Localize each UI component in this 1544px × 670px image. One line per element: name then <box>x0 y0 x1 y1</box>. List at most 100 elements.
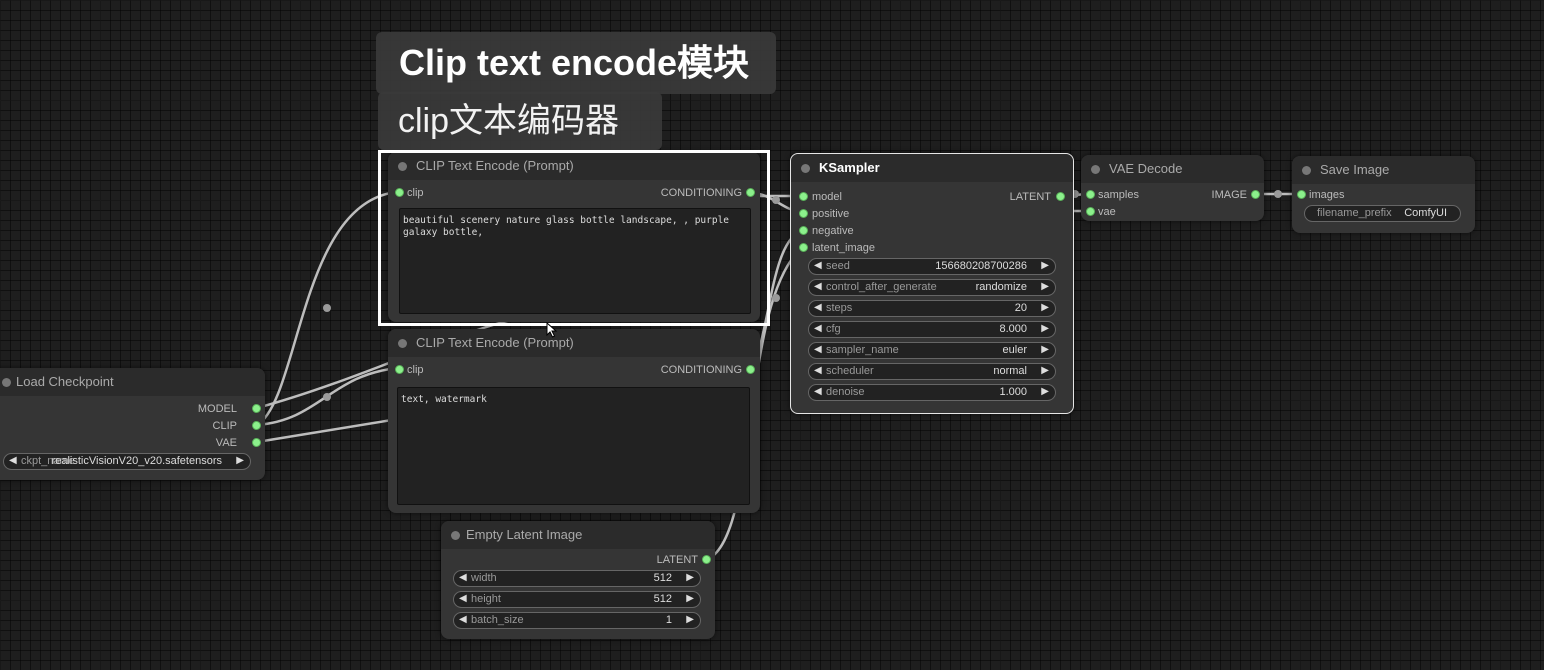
output-clip-label: CLIP <box>212 420 237 432</box>
steps-widget[interactable]: ◀ steps 20 ▶ <box>808 300 1056 317</box>
output-conditioning-pin[interactable] <box>746 365 755 374</box>
input-images-label: images <box>1309 189 1345 201</box>
increment-arrow-icon[interactable]: ▶ <box>686 593 694 604</box>
denoise-widget[interactable]: ◀ denoise 1.000 ▶ <box>808 384 1056 401</box>
node-title-bar[interactable]: Empty Latent Image <box>441 521 715 549</box>
decrement-arrow-icon[interactable]: ◀ <box>814 344 822 355</box>
decrement-arrow-icon[interactable]: ◀ <box>814 260 822 271</box>
decrement-arrow-icon[interactable]: ◀ <box>814 386 822 397</box>
collapse-dot-icon[interactable] <box>398 339 407 348</box>
increment-arrow-icon[interactable]: ▶ <box>1041 365 1049 376</box>
input-samples-label: samples <box>1098 189 1139 201</box>
empty-latent-image-node[interactable]: Empty Latent Image LATENT ◀ width 512 ▶ … <box>441 521 715 639</box>
output-image-pin[interactable] <box>1251 190 1260 199</box>
collapse-dot-icon[interactable] <box>1302 166 1311 175</box>
ksampler-node[interactable]: KSampler model positive negative latent_… <box>790 153 1074 414</box>
widget-value: normal <box>993 365 1027 377</box>
input-clip-label: clip <box>407 187 424 199</box>
save-image-node[interactable]: Save Image images filename_prefix ComfyU… <box>1292 156 1475 233</box>
wire-clip-to-positive <box>256 190 399 427</box>
input-clip-pin[interactable] <box>395 188 404 197</box>
control-after-generate-widget[interactable]: ◀ control_after_generate randomize ▶ <box>808 279 1056 296</box>
cfg-widget[interactable]: ◀ cfg 8.000 ▶ <box>808 321 1056 338</box>
node-title-bar[interactable]: VAE Decode <box>1081 155 1264 183</box>
caption-title: Clip text encode模块 <box>376 32 776 94</box>
node-title-bar[interactable]: Load Checkpoint <box>0 368 265 396</box>
increment-arrow-icon[interactable]: ▶ <box>686 572 694 583</box>
increment-arrow-icon[interactable]: ▶ <box>686 614 694 625</box>
widget-value: 156680208700286 <box>935 260 1027 272</box>
node-title-bar[interactable]: KSampler <box>791 154 1073 182</box>
decrement-arrow-icon[interactable]: ◀ <box>459 593 467 604</box>
width-widget[interactable]: ◀ width 512 ▶ <box>453 570 701 587</box>
widget-value: randomize <box>975 281 1027 293</box>
input-clip-pin[interactable] <box>395 365 404 374</box>
input-model-pin[interactable] <box>799 192 808 201</box>
output-model-pin[interactable] <box>252 404 261 413</box>
increment-arrow-icon[interactable]: ▶ <box>1041 323 1049 334</box>
node-title: CLIP Text Encode (Prompt) <box>416 158 574 173</box>
output-latent-pin[interactable] <box>1056 192 1065 201</box>
load-checkpoint-node[interactable]: Load Checkpoint MODEL CLIP VAE ◀ ckpt_na… <box>0 368 265 480</box>
input-positive-pin[interactable] <box>799 209 808 218</box>
input-positive-label: positive <box>812 208 850 220</box>
decrement-arrow-icon[interactable]: ◀ <box>459 614 467 625</box>
node-title: Save Image <box>1320 162 1390 177</box>
increment-arrow-icon[interactable]: ▶ <box>1041 302 1049 313</box>
decrement-arrow-icon[interactable]: ◀ <box>814 323 822 334</box>
sampler-name-widget[interactable]: ◀ sampler_name euler ▶ <box>808 342 1056 359</box>
node-title: Load Checkpoint <box>16 374 114 389</box>
decrement-arrow-icon[interactable]: ◀ <box>814 281 822 292</box>
wire-reroute-dot <box>323 304 331 312</box>
input-images-pin[interactable] <box>1297 190 1306 199</box>
widget-value: 20 <box>1014 302 1027 314</box>
collapse-dot-icon[interactable] <box>2 378 11 387</box>
increment-arrow-icon[interactable]: ▶ <box>1041 344 1049 355</box>
decrement-arrow-icon[interactable]: ◀ <box>9 455 17 466</box>
input-samples-pin[interactable] <box>1086 190 1095 199</box>
wire-reroute-dot <box>772 294 780 302</box>
input-vae-pin[interactable] <box>1086 207 1095 216</box>
output-latent-pin[interactable] <box>702 555 711 564</box>
input-latent-pin[interactable] <box>799 243 808 252</box>
increment-arrow-icon[interactable]: ▶ <box>236 455 244 466</box>
increment-arrow-icon[interactable]: ▶ <box>1041 260 1049 271</box>
decrement-arrow-icon[interactable]: ◀ <box>459 572 467 583</box>
wire-reroute-dot <box>323 393 331 401</box>
ckpt-name-combo[interactable]: ◀ ckpt_name realisticVisionV20_v20.safet… <box>3 453 251 470</box>
decrement-arrow-icon[interactable]: ◀ <box>814 365 822 376</box>
clip-text-encode-positive-node[interactable]: CLIP Text Encode (Prompt) clip CONDITION… <box>388 152 760 322</box>
filename-prefix-widget[interactable]: filename_prefix ComfyUI <box>1304 205 1461 222</box>
output-clip-pin[interactable] <box>252 421 261 430</box>
collapse-dot-icon[interactable] <box>1091 165 1100 174</box>
widget-label: denoise <box>826 386 865 398</box>
node-title: Empty Latent Image <box>466 527 583 542</box>
node-title-bar[interactable]: CLIP Text Encode (Prompt) <box>388 329 760 357</box>
vae-decode-node[interactable]: VAE Decode samples vae IMAGE <box>1081 155 1264 221</box>
height-widget[interactable]: ◀ height 512 ▶ <box>453 591 701 608</box>
scheduler-widget[interactable]: ◀ scheduler normal ▶ <box>808 363 1056 380</box>
input-latent-label: latent_image <box>812 242 875 254</box>
prompt-textarea[interactable]: beautiful scenery nature glass bottle la… <box>399 208 751 314</box>
increment-arrow-icon[interactable]: ▶ <box>1041 281 1049 292</box>
widget-label: sampler_name <box>826 344 899 356</box>
output-conditioning-pin[interactable] <box>746 188 755 197</box>
seed-widget[interactable]: ◀ seed 156680208700286 ▶ <box>808 258 1056 275</box>
output-image-label: IMAGE <box>1211 189 1247 201</box>
increment-arrow-icon[interactable]: ▶ <box>1041 386 1049 397</box>
collapse-dot-icon[interactable] <box>801 164 810 173</box>
batch-size-widget[interactable]: ◀ batch_size 1 ▶ <box>453 612 701 629</box>
input-negative-pin[interactable] <box>799 226 808 235</box>
decrement-arrow-icon[interactable]: ◀ <box>814 302 822 313</box>
output-vae-label: VAE <box>215 437 237 449</box>
node-title: KSampler <box>819 160 880 175</box>
node-title-bar[interactable]: CLIP Text Encode (Prompt) <box>388 152 760 180</box>
prompt-textarea[interactable]: text, watermark <box>397 387 750 505</box>
clip-text-encode-negative-node[interactable]: CLIP Text Encode (Prompt) clip CONDITION… <box>388 329 760 513</box>
widget-label: control_after_generate <box>826 281 937 293</box>
collapse-dot-icon[interactable] <box>451 531 460 540</box>
output-model-label: MODEL <box>197 403 237 415</box>
collapse-dot-icon[interactable] <box>398 162 407 171</box>
node-title-bar[interactable]: Save Image <box>1292 156 1475 184</box>
output-vae-pin[interactable] <box>252 438 261 447</box>
